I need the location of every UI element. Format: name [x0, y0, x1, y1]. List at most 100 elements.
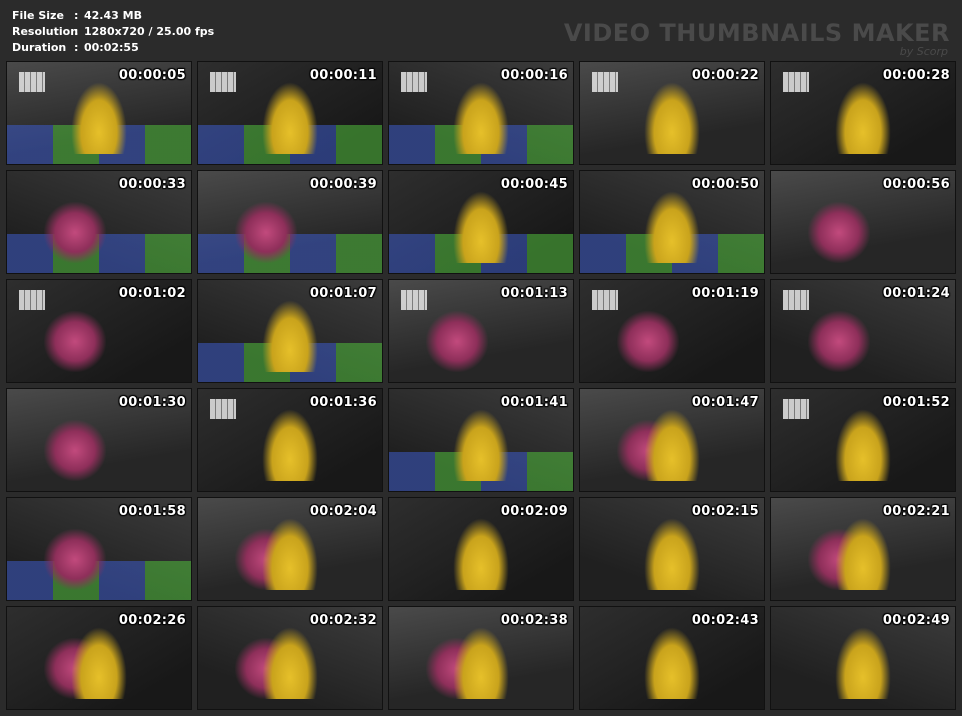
file-size-row: File Size : 42.43 MB [12, 8, 214, 24]
video-thumbnail: 00:02:49 [770, 606, 956, 710]
yellow-figure-shape [644, 82, 700, 154]
video-thumbnail: 00:01:24 [770, 279, 956, 383]
thumbnail-timestamp: 00:01:58 [118, 504, 186, 519]
video-thumbnail: 00:00:05 [6, 61, 192, 165]
yellow-figure-shape [262, 409, 318, 481]
video-thumbnail: 00:01:13 [388, 279, 574, 383]
pink-figure-shape [425, 310, 489, 372]
thumbnail-timestamp: 00:02:32 [309, 613, 377, 628]
video-thumbnail: 00:00:11 [197, 61, 383, 165]
thumbnail-timestamp: 00:01:47 [691, 395, 759, 410]
yellow-figure-shape [835, 518, 891, 590]
video-thumbnail: 00:00:22 [579, 61, 765, 165]
thumbnail-timestamp: 00:02:38 [500, 613, 568, 628]
yellow-figure-shape [453, 518, 509, 590]
window-shape [592, 290, 618, 310]
video-thumbnail: 00:01:47 [579, 388, 765, 492]
video-thumbnail: 00:02:09 [388, 497, 574, 601]
video-thumbnail: 00:00:50 [579, 170, 765, 274]
video-thumbnail: 00:02:21 [770, 497, 956, 601]
pink-figure-shape [43, 528, 107, 590]
thumbnail-timestamp: 00:02:04 [309, 504, 377, 519]
window-shape [401, 290, 427, 310]
yellow-figure-shape [262, 82, 318, 154]
yellow-figure-shape [453, 82, 509, 154]
thumbnail-timestamp: 00:00:28 [882, 68, 950, 83]
video-thumbnail: 00:01:02 [6, 279, 192, 383]
thumbnail-timestamp: 00:00:45 [500, 177, 568, 192]
yellow-figure-shape [71, 627, 127, 699]
video-thumbnail: 00:00:45 [388, 170, 574, 274]
thumbnail-timestamp: 00:02:21 [882, 504, 950, 519]
thumbnail-timestamp: 00:01:07 [309, 286, 377, 301]
duration-value: 00:02:55 [84, 41, 139, 54]
thumbnail-timestamp: 00:00:16 [500, 68, 568, 83]
video-thumbnail: 00:01:36 [197, 388, 383, 492]
thumbnail-timestamp: 00:02:26 [118, 613, 186, 628]
thumbnail-timestamp: 00:00:33 [118, 177, 186, 192]
yellow-figure-shape [835, 82, 891, 154]
thumbnail-timestamp: 00:00:22 [691, 68, 759, 83]
thumbnail-timestamp: 00:02:43 [691, 613, 759, 628]
thumbnail-timestamp: 00:02:15 [691, 504, 759, 519]
video-thumbnail: 00:01:30 [6, 388, 192, 492]
video-thumbnail: 00:01:07 [197, 279, 383, 383]
pink-figure-shape [43, 310, 107, 372]
video-thumbnail: 00:02:04 [197, 497, 383, 601]
pink-figure-shape [43, 419, 107, 481]
app-watermark: VIDEO THUMBNAILS MAKER by Scorp [564, 20, 950, 58]
thumbnail-timestamp: 00:01:41 [500, 395, 568, 410]
thumbnail-timestamp: 00:02:09 [500, 504, 568, 519]
yellow-figure-shape [835, 409, 891, 481]
window-shape [592, 72, 618, 92]
watermark-title: VIDEO THUMBNAILS MAKER [563, 19, 950, 47]
yellow-figure-shape [453, 191, 509, 263]
yellow-figure-shape [262, 518, 318, 590]
thumbnail-timestamp: 00:00:11 [309, 68, 377, 83]
thumbnail-timestamp: 00:00:56 [882, 177, 950, 192]
watermark-subtitle: by Scorp [899, 45, 948, 58]
thumbnail-timestamp: 00:01:36 [309, 395, 377, 410]
file-size-label: File Size [12, 9, 64, 22]
window-shape [210, 72, 236, 92]
yellow-figure-shape [644, 191, 700, 263]
pink-figure-shape [234, 201, 298, 263]
thumbnail-timestamp: 00:02:49 [882, 613, 950, 628]
thumbnail-timestamp: 00:00:39 [309, 177, 377, 192]
pink-figure-shape [807, 201, 871, 263]
video-thumbnail: 00:00:39 [197, 170, 383, 274]
file-info-panel: File Size : 42.43 MB Resolution : 1280x7… [12, 8, 214, 56]
file-size-value: 42.43 MB [84, 9, 142, 22]
resolution-label: Resolution [12, 25, 79, 38]
video-thumbnail: 00:00:28 [770, 61, 956, 165]
window-shape [783, 72, 809, 92]
window-shape [783, 399, 809, 419]
thumbnail-timestamp: 00:00:05 [118, 68, 186, 83]
video-thumbnail: 00:01:58 [6, 497, 192, 601]
window-shape [19, 290, 45, 310]
thumbnail-timestamp: 00:01:19 [691, 286, 759, 301]
yellow-figure-shape [71, 82, 127, 154]
pink-figure-shape [807, 310, 871, 372]
video-thumbnail: 00:02:38 [388, 606, 574, 710]
yellow-figure-shape [262, 300, 318, 372]
resolution-separator: : [74, 25, 79, 38]
thumbnail-timestamp: 00:01:02 [118, 286, 186, 301]
resolution-value: 1280x720 / 25.00 fps [84, 25, 215, 38]
yellow-figure-shape [835, 627, 891, 699]
thumbnail-timestamp: 00:01:13 [500, 286, 568, 301]
video-thumbnail: 00:02:26 [6, 606, 192, 710]
window-shape [210, 399, 236, 419]
duration-label: Duration [12, 41, 67, 54]
duration-row: Duration : 00:02:55 [12, 40, 214, 56]
yellow-figure-shape [453, 409, 509, 481]
thumbnail-timestamp: 00:01:52 [882, 395, 950, 410]
yellow-figure-shape [644, 409, 700, 481]
video-thumbnail: 00:02:15 [579, 497, 765, 601]
window-shape [401, 72, 427, 92]
video-thumbnail: 00:02:43 [579, 606, 765, 710]
video-thumbnail: 00:00:33 [6, 170, 192, 274]
video-thumbnail: 00:01:19 [579, 279, 765, 383]
thumbnail-timestamp: 00:01:30 [118, 395, 186, 410]
video-thumbnail: 00:01:41 [388, 388, 574, 492]
